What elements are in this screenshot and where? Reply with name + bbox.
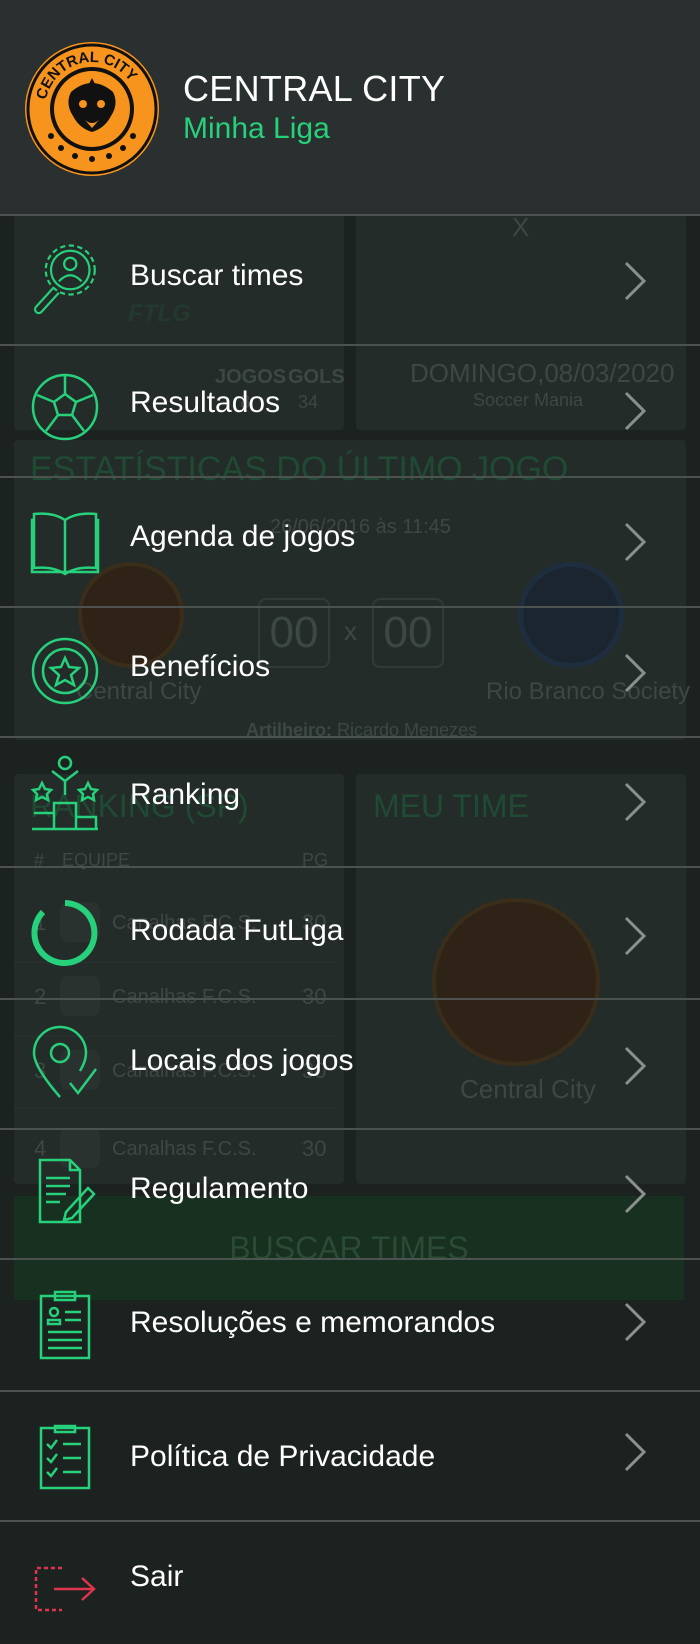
open-book-icon [30,508,100,578]
menu-label: Resultados [130,386,281,419]
menu-item-resultados[interactable]: Resultados [0,346,700,476]
menu-label: Sair [130,1560,184,1593]
menu-item-politica-de-privacidade[interactable]: Política de Privacidade [0,1392,700,1520]
menu-label: Benefícios [130,650,271,683]
menu-item-resolucoes-e-memorandos[interactable]: Resoluções e memorandos [0,1260,700,1390]
menu-item-ranking[interactable]: Ranking [0,738,700,866]
team-name: CENTRAL CITY [183,68,446,109]
menu-item-rodada-futliga[interactable]: Rodada FutLiga [0,868,700,998]
menu-item-sair[interactable]: Sair [0,1522,700,1644]
progress-ring-icon [30,898,100,968]
menu-item-buscar-times[interactable]: Buscar times [0,216,700,344]
menu-item-locais-dos-jogos[interactable]: Locais dos jogos [0,1000,700,1128]
star-badge-icon [30,636,100,706]
podium-icon [30,755,100,831]
search-team-icon [30,242,100,315]
logout-icon [30,1554,100,1624]
menu-label: Rodada FutLiga [130,914,344,947]
checklist-icon [30,1422,100,1492]
map-pin-check-icon [30,1025,100,1098]
chevron-right-icon [624,653,647,693]
chevron-right-icon [624,916,647,956]
league-name: Minha Liga [183,112,330,145]
chevron-right-icon [624,1174,647,1214]
menu-item-regulamento[interactable]: Regulamento [0,1130,700,1258]
menu-label: Regulamento [130,1172,309,1205]
menu-label: Locais dos jogos [130,1044,354,1077]
drawer-header: CENTRAL CITY CENTRAL CITY Minha Liga [0,0,700,214]
soccer-ball-icon [30,372,100,442]
chevron-right-icon [624,261,647,301]
menu-item-agenda-de-jogos[interactable]: Agenda de jogos [0,478,700,606]
chevron-right-icon [624,1432,647,1472]
chevron-right-icon [624,522,647,562]
team-logo[interactable]: CENTRAL CITY [23,40,161,178]
menu-item-beneficios[interactable]: Benefícios [0,608,700,736]
menu-label: Buscar times [130,259,304,292]
menu-label: Política de Privacidade [130,1440,436,1473]
chevron-right-icon [624,1302,647,1342]
document-pen-icon [30,1156,100,1226]
chevron-right-icon [624,391,647,431]
clipboard-icon [30,1290,100,1360]
menu-label: Agenda de jogos [130,520,356,553]
chevron-right-icon [624,1046,647,1086]
chevron-right-icon [624,782,647,822]
menu-label: Resoluções e memorandos [130,1306,496,1339]
menu-label: Ranking [130,778,241,811]
